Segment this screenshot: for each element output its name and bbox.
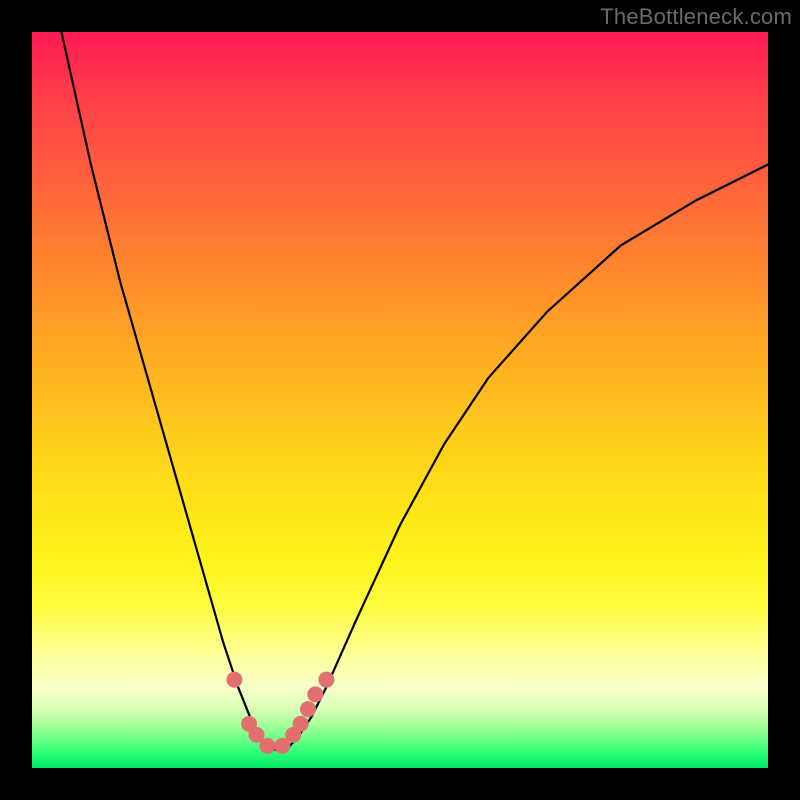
curve-group: [61, 32, 768, 750]
marker-dot: [318, 672, 334, 688]
marker-dot: [300, 701, 316, 717]
marker-dot: [226, 672, 242, 688]
chart-frame: TheBottleneck.com: [0, 0, 800, 800]
bottleneck-curve-path: [61, 32, 768, 750]
plot-area: [32, 32, 768, 768]
chart-svg: [32, 32, 768, 768]
marker-dot: [293, 716, 309, 732]
marker-dot: [307, 686, 323, 702]
marker-dot: [260, 738, 276, 754]
marker-group: [226, 672, 334, 754]
watermark-text: TheBottleneck.com: [600, 4, 792, 30]
